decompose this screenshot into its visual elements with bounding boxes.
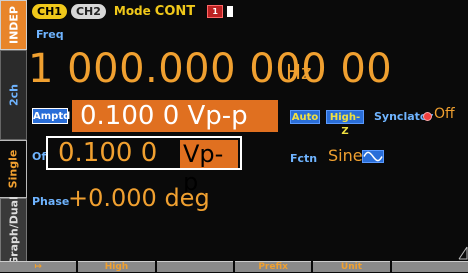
tab-indep-label: INDEP [7,5,20,45]
softkey-5-unit[interactable]: Unit [313,261,390,272]
channel-1-button[interactable]: CH1 [32,3,67,19]
softkey-6[interactable] [391,261,468,272]
offset-value: 0.100 0 [58,138,158,168]
phase-value[interactable]: +0.000 deg [68,184,210,212]
mode-value[interactable]: CONT [155,4,195,19]
corner-indicator-icon [458,246,468,260]
softkey-3[interactable] [156,261,233,272]
synclator-state[interactable]: Off [434,106,455,122]
offset-unit[interactable]: Vp-p [180,140,238,196]
channel-badge-icon: 1 [207,4,224,18]
softkey-2-high[interactable]: High [78,261,155,272]
offset-label: Of [32,150,47,163]
freq-value[interactable]: 1 000.000 000 00 [28,46,392,92]
softkey-4-prefix[interactable]: Prefix [234,261,312,272]
channel-2-button[interactable]: CH2 [70,3,106,19]
amplitude-value-field[interactable]: 0.100 0 Vp-p [72,100,278,132]
status-bar-icon [227,5,234,17]
freq-label: Freq [36,28,64,41]
amplitude-label: Amptd [32,108,70,124]
tab-2ch[interactable]: 2ch [0,50,27,140]
tab-graph-dual[interactable]: Graph/Dual [0,196,27,266]
tab-single-label: Single [6,149,20,189]
function-label: Fctn [290,152,318,165]
high-z-button[interactable]: High-Z [326,110,364,137]
softkey-bar: ↦ High Prefix Unit [0,261,468,272]
tab-graph-dual-label: Graph/Dual [7,196,20,266]
function-value[interactable]: Sine [328,146,363,165]
top-status-bar: CH1 CH2 Mode CONT 1 [32,2,234,20]
tab-indep[interactable]: INDEP [0,0,27,50]
auto-range-button[interactable]: Auto [290,110,320,124]
phase-label: Phase [32,195,70,208]
softkey-1[interactable]: ↦ [0,261,77,272]
tab-single[interactable]: Single [0,140,27,198]
mode-label: Mode [113,4,151,18]
sine-wave-icon [362,150,384,163]
synclator-indicator-icon [423,112,432,121]
tab-2ch-label: 2ch [7,83,20,107]
freq-unit: Hz [286,60,312,84]
